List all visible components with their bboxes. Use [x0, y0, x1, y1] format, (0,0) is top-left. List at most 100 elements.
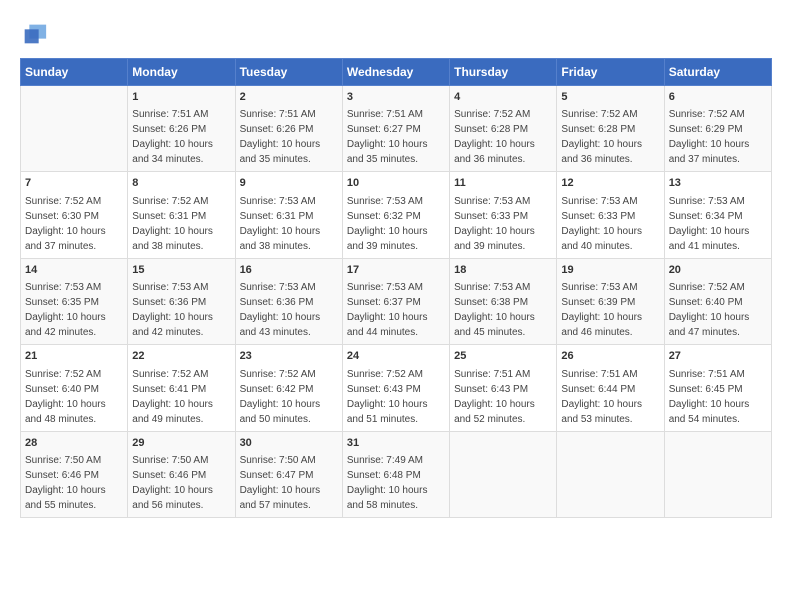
- day-detail: Sunrise: 7:53 AM Sunset: 6:31 PM Dayligh…: [240, 196, 321, 252]
- logo-icon: [20, 20, 48, 48]
- day-detail: Sunrise: 7:52 AM Sunset: 6:43 PM Dayligh…: [347, 369, 428, 425]
- calendar-week-row: 14 Sunrise: 7:53 AM Sunset: 6:35 PM Dayli…: [21, 258, 772, 344]
- day-number: 16: [240, 263, 338, 278]
- calendar-cell: 14 Sunrise: 7:53 AM Sunset: 6:35 PM Dayli…: [21, 258, 128, 344]
- logo: [20, 20, 52, 48]
- day-detail: Sunrise: 7:50 AM Sunset: 6:46 PM Dayligh…: [132, 455, 213, 511]
- calendar-cell: 31 Sunrise: 7:49 AM Sunset: 6:48 PM Dayli…: [342, 431, 449, 517]
- calendar-cell: 20 Sunrise: 7:52 AM Sunset: 6:40 PM Dayli…: [664, 258, 771, 344]
- day-detail: Sunrise: 7:49 AM Sunset: 6:48 PM Dayligh…: [347, 455, 428, 511]
- calendar-cell: 21Sunrise: 7:52 AM Sunset: 6:40 PM Dayli…: [21, 345, 128, 431]
- day-number: 14: [25, 263, 123, 278]
- day-detail: Sunrise: 7:52 AM Sunset: 6:41 PM Dayligh…: [132, 369, 213, 425]
- calendar-cell: [450, 431, 557, 517]
- header-tuesday: Tuesday: [235, 59, 342, 86]
- day-detail: Sunrise: 7:53 AM Sunset: 6:33 PM Dayligh…: [561, 196, 642, 252]
- header-monday: Monday: [128, 59, 235, 86]
- day-detail: Sunrise: 7:52 AM Sunset: 6:30 PM Dayligh…: [25, 196, 106, 252]
- day-number: 31: [347, 436, 445, 451]
- day-detail: Sunrise: 7:53 AM Sunset: 6:33 PM Dayligh…: [454, 196, 535, 252]
- calendar-cell: 7 Sunrise: 7:52 AM Sunset: 6:30 PM Daylig…: [21, 172, 128, 258]
- calendar-header-row: SundayMondayTuesdayWednesdayThursdayFrid…: [21, 59, 772, 86]
- day-number: 28: [25, 436, 123, 451]
- day-detail: Sunrise: 7:53 AM Sunset: 6:36 PM Dayligh…: [132, 282, 213, 338]
- day-detail: Sunrise: 7:52 AM Sunset: 6:31 PM Dayligh…: [132, 196, 213, 252]
- day-number: 18: [454, 263, 552, 278]
- day-number: 30: [240, 436, 338, 451]
- day-number: 29: [132, 436, 230, 451]
- day-number: 12: [561, 176, 659, 191]
- calendar-cell: 6 Sunrise: 7:52 AM Sunset: 6:29 PM Daylig…: [664, 86, 771, 172]
- day-detail: Sunrise: 7:53 AM Sunset: 6:35 PM Dayligh…: [25, 282, 106, 338]
- header-saturday: Saturday: [664, 59, 771, 86]
- day-detail: Sunrise: 7:51 AM Sunset: 6:43 PM Dayligh…: [454, 369, 535, 425]
- day-number: 10: [347, 176, 445, 191]
- day-number: 19: [561, 263, 659, 278]
- calendar-cell: 18 Sunrise: 7:53 AM Sunset: 6:38 PM Dayli…: [450, 258, 557, 344]
- calendar-week-row: 1 Sunrise: 7:51 AM Sunset: 6:26 PM Daylig…: [21, 86, 772, 172]
- day-detail: Sunrise: 7:53 AM Sunset: 6:36 PM Dayligh…: [240, 282, 321, 338]
- day-number: 15: [132, 263, 230, 278]
- day-number: 1: [132, 90, 230, 105]
- calendar-cell: 28 Sunrise: 7:50 AM Sunset: 6:46 PM Dayli…: [21, 431, 128, 517]
- calendar-cell: 1 Sunrise: 7:51 AM Sunset: 6:26 PM Daylig…: [128, 86, 235, 172]
- calendar-cell: 13 Sunrise: 7:53 AM Sunset: 6:34 PM Dayli…: [664, 172, 771, 258]
- calendar-cell: 16 Sunrise: 7:53 AM Sunset: 6:36 PM Dayli…: [235, 258, 342, 344]
- calendar-cell: [21, 86, 128, 172]
- day-number: 17: [347, 263, 445, 278]
- calendar-cell: 10Sunrise: 7:53 AM Sunset: 6:32 PM Dayli…: [342, 172, 449, 258]
- calendar-cell: 15 Sunrise: 7:53 AM Sunset: 6:36 PM Dayli…: [128, 258, 235, 344]
- calendar-week-row: 28 Sunrise: 7:50 AM Sunset: 6:46 PM Dayli…: [21, 431, 772, 517]
- day-number: 22: [132, 349, 230, 364]
- day-number: 9: [240, 176, 338, 191]
- calendar-cell: 19 Sunrise: 7:53 AM Sunset: 6:39 PM Dayli…: [557, 258, 664, 344]
- calendar-cell: 9 Sunrise: 7:53 AM Sunset: 6:31 PM Daylig…: [235, 172, 342, 258]
- day-number: 26: [561, 349, 659, 364]
- calendar-cell: 4Sunrise: 7:52 AM Sunset: 6:28 PM Daylig…: [450, 86, 557, 172]
- day-number: 20: [669, 263, 767, 278]
- calendar-cell: 24 Sunrise: 7:52 AM Sunset: 6:43 PM Dayli…: [342, 345, 449, 431]
- day-number: 27: [669, 349, 767, 364]
- calendar-cell: [557, 431, 664, 517]
- day-number: 5: [561, 90, 659, 105]
- calendar-week-row: 7 Sunrise: 7:52 AM Sunset: 6:30 PM Daylig…: [21, 172, 772, 258]
- day-detail: Sunrise: 7:53 AM Sunset: 6:38 PM Dayligh…: [454, 282, 535, 338]
- day-number: 11: [454, 176, 552, 191]
- calendar-cell: 8Sunrise: 7:52 AM Sunset: 6:31 PM Daylig…: [128, 172, 235, 258]
- header-thursday: Thursday: [450, 59, 557, 86]
- day-number: 7: [25, 176, 123, 191]
- day-detail: Sunrise: 7:52 AM Sunset: 6:40 PM Dayligh…: [25, 369, 106, 425]
- day-detail: Sunrise: 7:50 AM Sunset: 6:46 PM Dayligh…: [25, 455, 106, 511]
- day-detail: Sunrise: 7:53 AM Sunset: 6:39 PM Dayligh…: [561, 282, 642, 338]
- day-detail: Sunrise: 7:52 AM Sunset: 6:42 PM Dayligh…: [240, 369, 321, 425]
- day-number: 23: [240, 349, 338, 364]
- day-number: 24: [347, 349, 445, 364]
- day-detail: Sunrise: 7:50 AM Sunset: 6:47 PM Dayligh…: [240, 455, 321, 511]
- calendar-cell: 26 Sunrise: 7:51 AM Sunset: 6:44 PM Dayli…: [557, 345, 664, 431]
- header-wednesday: Wednesday: [342, 59, 449, 86]
- calendar-week-row: 21Sunrise: 7:52 AM Sunset: 6:40 PM Dayli…: [21, 345, 772, 431]
- calendar-cell: [664, 431, 771, 517]
- calendar-cell: 22 Sunrise: 7:52 AM Sunset: 6:41 PM Dayli…: [128, 345, 235, 431]
- calendar-cell: 3Sunrise: 7:51 AM Sunset: 6:27 PM Daylig…: [342, 86, 449, 172]
- day-detail: Sunrise: 7:51 AM Sunset: 6:44 PM Dayligh…: [561, 369, 642, 425]
- calendar-cell: 25 Sunrise: 7:51 AM Sunset: 6:43 PM Dayli…: [450, 345, 557, 431]
- day-number: 2: [240, 90, 338, 105]
- day-number: 25: [454, 349, 552, 364]
- header-friday: Friday: [557, 59, 664, 86]
- calendar-cell: 29 Sunrise: 7:50 AM Sunset: 6:46 PM Dayli…: [128, 431, 235, 517]
- calendar-cell: 30 Sunrise: 7:50 AM Sunset: 6:47 PM Dayli…: [235, 431, 342, 517]
- page-header: [20, 20, 772, 48]
- calendar-cell: 17 Sunrise: 7:53 AM Sunset: 6:37 PM Dayli…: [342, 258, 449, 344]
- day-number: 6: [669, 90, 767, 105]
- header-sunday: Sunday: [21, 59, 128, 86]
- day-detail: Sunrise: 7:53 AM Sunset: 6:34 PM Dayligh…: [669, 196, 750, 252]
- day-detail: Sunrise: 7:51 AM Sunset: 6:26 PM Dayligh…: [132, 109, 213, 165]
- day-number: 13: [669, 176, 767, 191]
- day-detail: Sunrise: 7:53 AM Sunset: 6:37 PM Dayligh…: [347, 282, 428, 338]
- calendar-cell: 27Sunrise: 7:51 AM Sunset: 6:45 PM Dayli…: [664, 345, 771, 431]
- calendar-cell: 5Sunrise: 7:52 AM Sunset: 6:28 PM Daylig…: [557, 86, 664, 172]
- day-detail: Sunrise: 7:52 AM Sunset: 6:40 PM Dayligh…: [669, 282, 750, 338]
- day-detail: Sunrise: 7:52 AM Sunset: 6:28 PM Dayligh…: [454, 109, 535, 165]
- day-detail: Sunrise: 7:52 AM Sunset: 6:29 PM Dayligh…: [669, 109, 750, 165]
